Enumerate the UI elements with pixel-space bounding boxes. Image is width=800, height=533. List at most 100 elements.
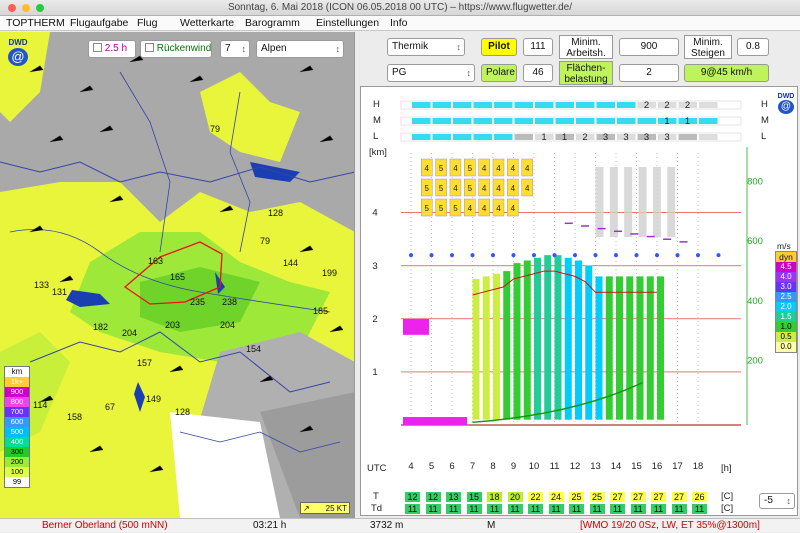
cloud-cell bbox=[617, 118, 636, 124]
glider-select[interactable]: PG bbox=[387, 64, 475, 82]
wing-load-value-field[interactable]: 2 bbox=[619, 64, 679, 82]
dewpoint-cell: 11 bbox=[692, 504, 707, 514]
map-label: 185 bbox=[313, 306, 329, 316]
dewpoint-cell: 11 bbox=[610, 504, 625, 514]
zoom-window-button[interactable] bbox=[36, 4, 44, 12]
climb-legend: dyn 4.5 4.0 3.0 2.5 2.0 1.5 1.0 0.5 0.0 bbox=[775, 251, 797, 353]
time-checkbox-box[interactable] bbox=[93, 43, 102, 52]
menu-einstellungen[interactable]: Einstellungen bbox=[316, 16, 379, 31]
thermal-bar bbox=[657, 276, 664, 420]
wing-load-button[interactable]: Flächen- belastung bbox=[559, 61, 613, 85]
x-tick-label: 4 bbox=[408, 461, 413, 472]
dwd-swirl-icon: @ bbox=[778, 100, 794, 114]
menu-flugaufgabe[interactable]: Flugaufgabe bbox=[70, 16, 128, 31]
temperature-cell: 27 bbox=[671, 492, 687, 502]
temperature-cell: 25 bbox=[589, 492, 605, 502]
thermal-bar bbox=[616, 276, 623, 420]
cloud-base-marker bbox=[409, 253, 413, 258]
temperature-cell: 20 bbox=[507, 492, 523, 502]
thermal-top-box-value: 5 bbox=[425, 184, 430, 193]
temperature-cell: 22 bbox=[528, 492, 543, 502]
tailwind-checkbox[interactable]: Rückenwind bbox=[140, 40, 212, 58]
menu-flug[interactable]: Flug bbox=[137, 16, 157, 31]
cloud-l-value: 1 bbox=[541, 132, 546, 143]
cloud-cell bbox=[432, 102, 451, 108]
map-label: 79 bbox=[260, 236, 271, 246]
cloud-l-value: 3 bbox=[623, 132, 628, 143]
map-label: 238 bbox=[222, 297, 238, 307]
thermal-bar bbox=[564, 257, 572, 420]
map-legend-entry: 99 bbox=[5, 477, 29, 487]
dewpoint-cell: 11 bbox=[630, 504, 646, 514]
thermal-top-box-value: 5 bbox=[439, 184, 444, 193]
temperature-cell: 27 bbox=[610, 492, 625, 502]
menu-toptherm[interactable]: TOPTHERM bbox=[6, 16, 65, 31]
menu-bar: TOPTHERM Flugaufgabe Flug Wetterkarte Ba… bbox=[0, 16, 800, 31]
min-work-value-field[interactable]: 900 bbox=[619, 38, 679, 56]
cloud-cell bbox=[535, 102, 554, 108]
polar-button[interactable]: Polare bbox=[481, 64, 517, 82]
map-panel[interactable]: 79 128 79 144 163 165 133 131 199 235 23… bbox=[0, 32, 355, 518]
window-title: Sonntag, 6. Mai 2018 (ICON 06.05.2018 00… bbox=[227, 2, 573, 13]
time-checkbox[interactable]: 2.5 h bbox=[88, 40, 136, 58]
minimize-window-button[interactable] bbox=[22, 4, 30, 12]
cloud-base-marker bbox=[470, 253, 475, 258]
menu-barogramm[interactable]: Barogramm bbox=[245, 16, 300, 31]
pilot-value-field[interactable]: 111 bbox=[523, 38, 553, 56]
dwd-logo: DWD @ bbox=[8, 38, 28, 66]
dewpoint-cell: 11 bbox=[425, 504, 441, 514]
region-select[interactable]: Alpen bbox=[256, 40, 344, 58]
map-legend-entry: 900 bbox=[5, 387, 29, 397]
menu-info[interactable]: Info bbox=[390, 16, 408, 31]
climb-legend-entry: 3.0 bbox=[776, 282, 796, 292]
cloud-l-value: 3 bbox=[603, 132, 608, 143]
level-select[interactable]: 7 bbox=[220, 40, 250, 58]
thermal-top-box-value: 4 bbox=[468, 204, 473, 213]
cloud-cell bbox=[453, 102, 472, 108]
status-wmo: [WMO 19/20 0Sz, LW, ET 35%@1300m] bbox=[580, 520, 760, 531]
dewpoint-cell: 11 bbox=[487, 504, 502, 514]
map-label: 128 bbox=[175, 407, 191, 417]
thermal-top-box-value: 5 bbox=[425, 204, 430, 213]
close-window-button[interactable] bbox=[8, 4, 16, 12]
climb-legend-entry: 1.5 bbox=[776, 312, 796, 322]
x-tick-label: 11 bbox=[550, 461, 560, 472]
cloud-column bbox=[652, 167, 661, 237]
thermal-bar bbox=[503, 271, 511, 420]
cloud-l-value: 1 bbox=[562, 132, 567, 143]
thermal-forecast-chart[interactable]: 1 1 2 3 3 3 32 2 21 14 5 6 7 8 9 10 11 12 13 14 15 16 17 181234… bbox=[361, 87, 798, 516]
cloud-cell bbox=[473, 102, 492, 108]
offset-select[interactable]: -5 bbox=[759, 493, 795, 509]
x-tick-label: 14 bbox=[611, 461, 622, 472]
cloud-cell bbox=[637, 118, 656, 124]
map-label: 235 bbox=[190, 297, 206, 307]
cloud-cell bbox=[473, 134, 492, 140]
dewpoint-cell: 11 bbox=[507, 504, 523, 514]
map-label: 199 bbox=[322, 268, 338, 278]
x-tick-label: 8 bbox=[490, 461, 495, 472]
cloud-cell bbox=[494, 118, 513, 124]
dew-row-label: Td bbox=[371, 503, 383, 514]
polar-value-field[interactable]: 46 bbox=[523, 64, 553, 82]
cloud-row-label-m: M bbox=[373, 115, 381, 126]
min-climb-value-field[interactable]: 0.8 bbox=[737, 38, 769, 56]
cloud-cell bbox=[699, 118, 718, 124]
thermal-top-box-value: 4 bbox=[525, 164, 530, 173]
status-location: Berner Oberland (500 mNN) bbox=[42, 520, 168, 531]
map-legend-entry: 1k+ bbox=[5, 377, 29, 387]
mode-select[interactable]: Thermik bbox=[387, 38, 465, 56]
cloud-column bbox=[638, 167, 647, 237]
menu-wetterkarte[interactable]: Wetterkarte bbox=[180, 16, 234, 31]
temperature-cell: 12 bbox=[425, 492, 441, 502]
climb-legend-entry: 0.0 bbox=[776, 342, 796, 352]
dewpoint-cell: 11 bbox=[405, 504, 420, 514]
thermal-top-box-value: 4 bbox=[511, 164, 516, 173]
thermal-bar bbox=[626, 276, 634, 420]
tailwind-checkbox-box[interactable] bbox=[145, 43, 154, 52]
thermal-intense-block bbox=[403, 417, 467, 426]
map-label: 131 bbox=[52, 287, 68, 297]
wind-scale: ↗ 25 KT bbox=[300, 502, 350, 514]
pilot-button[interactable]: Pilot bbox=[481, 38, 517, 56]
x-tick-label: 9 bbox=[511, 461, 516, 472]
cloud-cell bbox=[617, 102, 636, 108]
